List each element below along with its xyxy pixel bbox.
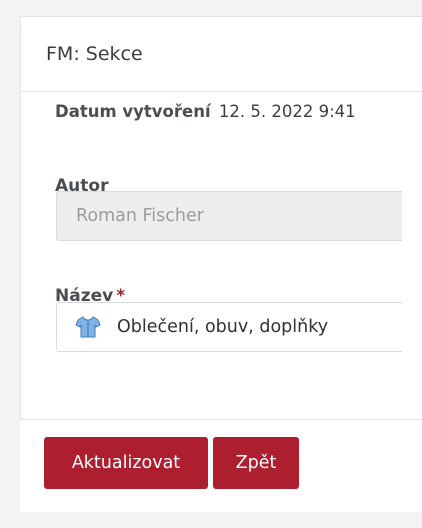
name-field[interactable]: Oblečení, obuv, doplňky xyxy=(56,302,402,352)
update-button[interactable]: Aktualizovat xyxy=(44,437,208,489)
created-date-label: Datum vytvoření xyxy=(55,102,211,121)
name-field-value: Oblečení, obuv, doplňky xyxy=(117,317,329,337)
panel-header: FM: Sekce xyxy=(21,17,422,92)
author-field[interactable]: Roman Fischer xyxy=(56,191,402,241)
shirt-icon xyxy=(75,316,101,338)
panel-title: FM: Sekce xyxy=(46,43,143,65)
created-date-row: Datum vytvoření 12. 5. 2022 9:41 xyxy=(55,101,356,123)
back-button[interactable]: Zpět xyxy=(213,437,299,489)
author-field-value: Roman Fischer xyxy=(76,206,204,226)
created-date-value: 12. 5. 2022 9:41 xyxy=(218,102,356,121)
